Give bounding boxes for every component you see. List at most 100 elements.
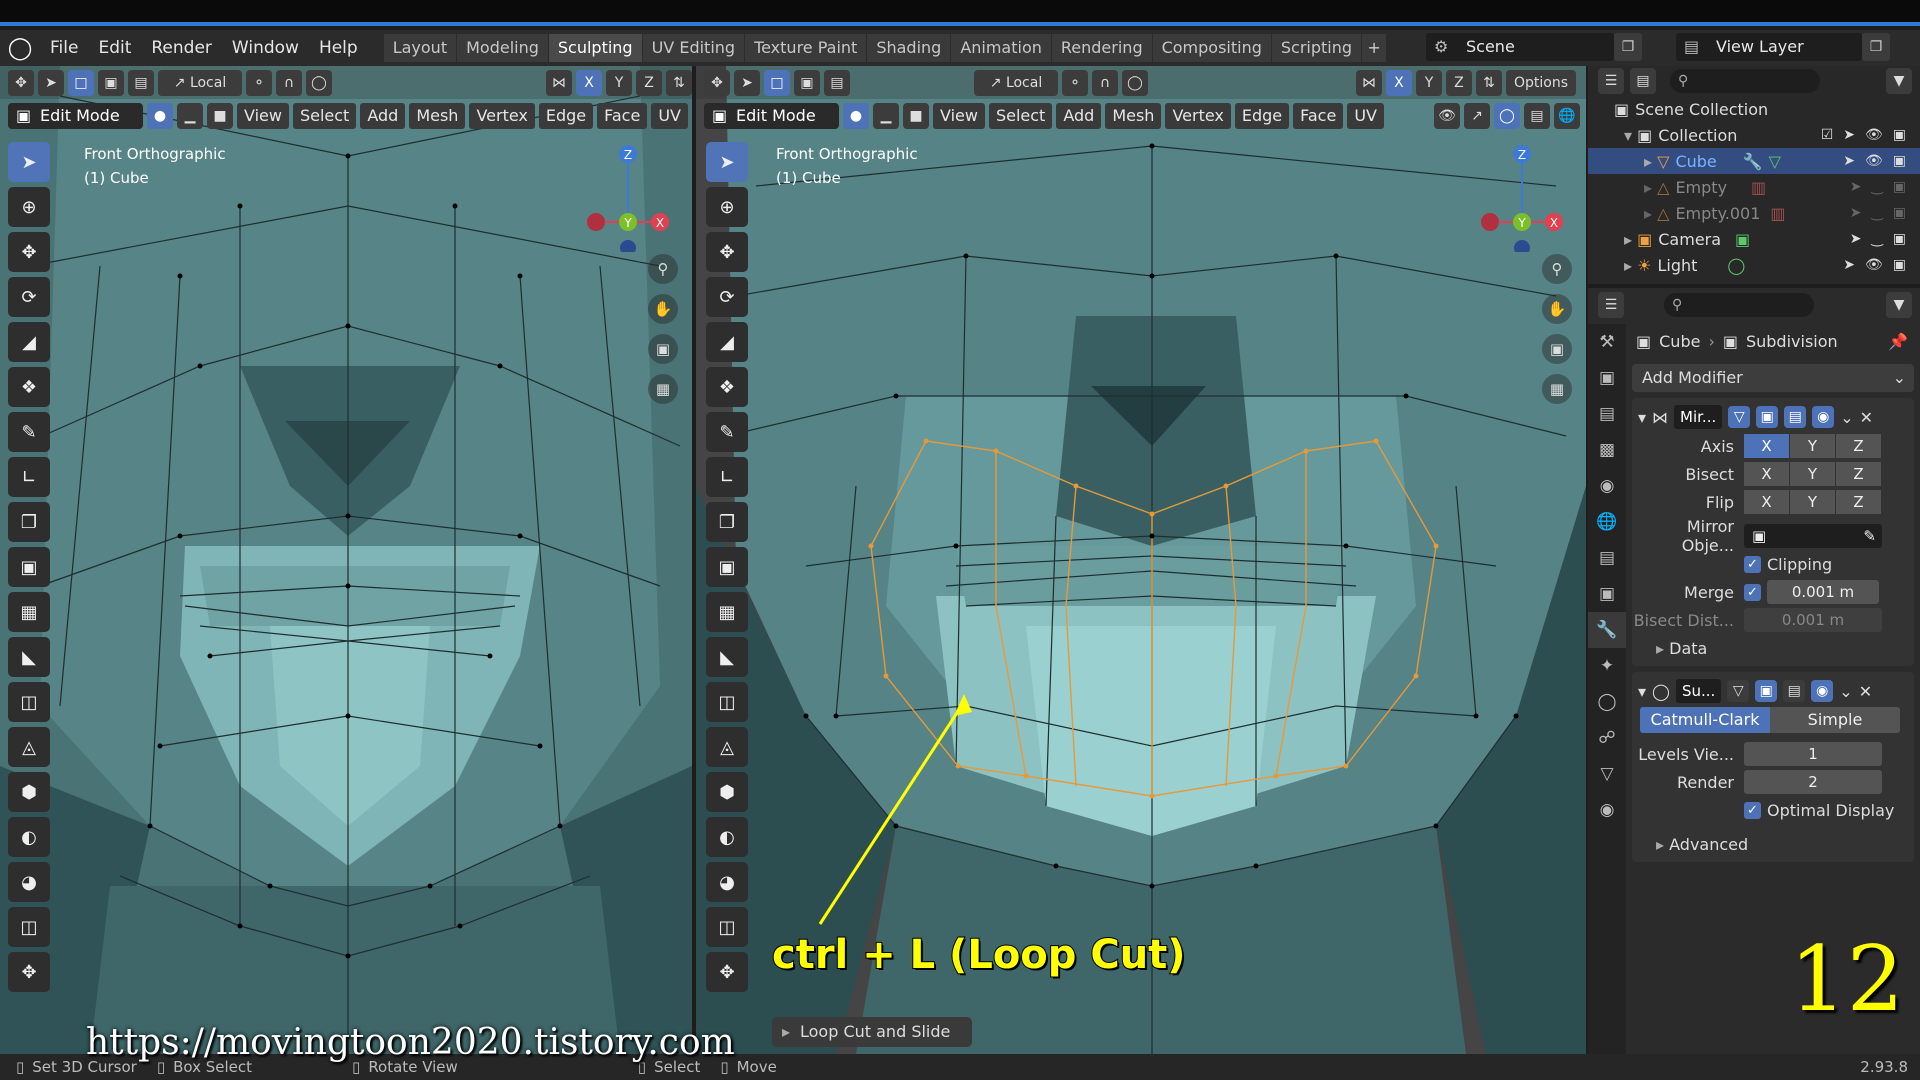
eye-closed-icon[interactable]: ‿	[1872, 179, 1883, 195]
blender-logo-icon[interactable]: ◯	[0, 30, 40, 66]
axis-x-toggle[interactable]: X	[576, 69, 602, 96]
tab-sculpting[interactable]: Sculpting	[548, 34, 643, 62]
loop-cut-tool-icon[interactable]: ◫	[706, 682, 748, 722]
axis-y-toggle[interactable]: Y	[1415, 69, 1442, 96]
snap-button[interactable]: ∩	[1092, 69, 1118, 96]
add-modifier-dropdown[interactable]: Add Modifier ⌄	[1632, 364, 1914, 392]
pin-icon[interactable]: 📌	[1888, 332, 1908, 351]
collapse-icon[interactable]: ▾	[1638, 408, 1646, 427]
navigation-gizmo-right[interactable]: Z X Y	[1472, 142, 1572, 256]
mirror-axis-x[interactable]: X	[1744, 434, 1790, 458]
edge-slide-tool-icon[interactable]: ◫	[706, 907, 748, 947]
output-tab-icon[interactable]: ▤	[1588, 396, 1626, 432]
view-layer-selector[interactable]: ▤ View Layer	[1676, 33, 1862, 61]
render-camera-icon[interactable]: ▣	[1893, 231, 1906, 247]
outliner-item-collection[interactable]: ▾ ▣ Collection ☑ ➤ 👁 ▣	[1588, 122, 1920, 148]
properties-search-input[interactable]: ⚲	[1664, 293, 1814, 317]
scene-selector[interactable]: ⚙ Scene	[1426, 33, 1614, 61]
new-view-layer-button[interactable]: ❐	[1862, 33, 1890, 61]
viewport-toggle-icon[interactable]: ▤	[1783, 680, 1806, 702]
tab-animation[interactable]: Animation	[951, 34, 1052, 62]
render-tab-icon[interactable]: ▣	[1588, 360, 1626, 396]
view-layer-tab-icon[interactable]: ▩	[1588, 432, 1626, 468]
ortho-grid-icon[interactable]: ▦	[1542, 374, 1572, 404]
eye-closed-icon[interactable]: ‿	[1872, 205, 1883, 221]
pan-hand-icon[interactable]: ✋	[1542, 294, 1572, 324]
subdivision-name-field[interactable]: Su...	[1675, 679, 1722, 703]
extrude-tool-icon[interactable]: ▣	[706, 547, 748, 587]
viewport-right[interactable]: ✥ ➤ □ ▣ ▤ ↗ Local ⚬ ∩ ◯ ⋈ X Y Z ⇅ Option…	[696, 66, 1586, 1054]
poly-build-tool-icon[interactable]: ⬢	[706, 772, 748, 812]
catmull-clark-button[interactable]: Catmull-Clark	[1640, 707, 1770, 733]
scene-tab-icon[interactable]: ◉	[1588, 468, 1626, 504]
camera-view-icon[interactable]: ▣	[1542, 334, 1572, 364]
select-arrow-icon[interactable]: ➤	[1843, 257, 1855, 273]
shrink-fatten-tool-icon[interactable]: ✥	[8, 952, 50, 992]
menu-mesh[interactable]: Mesh	[1105, 102, 1162, 129]
menu-add[interactable]: Add	[360, 102, 406, 129]
properties-options-icon[interactable]: ▼	[1886, 292, 1912, 318]
tab-compositing[interactable]: Compositing	[1152, 34, 1272, 62]
edit-mode-toggle-icon[interactable]: ▽	[1727, 680, 1750, 702]
eyedropper-icon[interactable]: ✎	[1863, 524, 1876, 548]
axis-z-toggle[interactable]: Z	[636, 69, 662, 96]
knife-tool-icon[interactable]: ◬	[8, 727, 50, 767]
eye-closed-icon[interactable]: ‿	[1872, 231, 1883, 247]
mirror-toggle-icon[interactable]: ⋈	[546, 69, 572, 96]
menu-select[interactable]: Select	[292, 102, 357, 129]
menu-edge[interactable]: Edge	[538, 102, 594, 129]
optimal-display-checkbox[interactable]: ✓	[1744, 801, 1761, 819]
menu-file[interactable]: File	[40, 38, 88, 58]
cage-toggle-icon[interactable]: ▣	[1756, 406, 1779, 428]
menu-face[interactable]: Face	[1293, 102, 1344, 129]
close-icon[interactable]: ✕	[1859, 682, 1872, 701]
menu-uv[interactable]: UV	[1347, 102, 1384, 129]
select-arrow-icon[interactable]: ➤	[1843, 153, 1855, 169]
menu-help[interactable]: Help	[309, 38, 368, 58]
zoom-icon[interactable]: ⚲	[1542, 254, 1572, 284]
axis-z-toggle[interactable]: Z	[1445, 69, 1472, 96]
levels-viewport-field[interactable]: 1	[1744, 742, 1882, 766]
select-box-tool-icon[interactable]: ➤	[706, 142, 748, 182]
menu-window[interactable]: Window	[222, 38, 309, 58]
axis-x-toggle[interactable]: X	[1385, 69, 1412, 96]
menu-edit[interactable]: Edit	[88, 38, 141, 58]
select-tool-button[interactable]: ➤	[38, 69, 64, 96]
outliner-item-empty-001[interactable]: ▸ △ Empty.001 ▥ ➤ ‿ ▣	[1588, 200, 1920, 226]
scale-tool-icon[interactable]: ◢	[8, 322, 50, 362]
visibility-icon[interactable]: 👁	[1434, 102, 1460, 129]
select-arrow-icon[interactable]: ➤	[1850, 205, 1862, 221]
menu-uv[interactable]: UV	[651, 102, 688, 129]
annotate-tool-icon[interactable]: ✎	[706, 412, 748, 452]
spin-tool-icon[interactable]: ◐	[706, 817, 748, 857]
bisect-y[interactable]: Y	[1790, 462, 1836, 486]
snap-button[interactable]: ∩	[276, 69, 302, 96]
menu-select[interactable]: Select	[988, 102, 1053, 129]
outliner-scene-collection[interactable]: ▣ Scene Collection	[1588, 96, 1920, 122]
render-camera-icon[interactable]: ▣	[1893, 179, 1906, 195]
pivot-button[interactable]: ⚬	[1062, 69, 1088, 96]
select-arrow-icon[interactable]: ➤	[1850, 179, 1862, 195]
render-camera-icon[interactable]: ▣	[1893, 257, 1906, 273]
constraints-tab-icon[interactable]: ☍	[1588, 720, 1626, 756]
move-tool-icon[interactable]: ✥	[706, 232, 748, 272]
bisect-z[interactable]: Z	[1836, 462, 1882, 486]
proportional-edit-button[interactable]: ◯	[1122, 69, 1148, 96]
xray-toggle-icon[interactable]: ▤	[1524, 102, 1550, 129]
mirror-name-field[interactable]: Mir...	[1674, 405, 1723, 429]
rotate-tool-icon[interactable]: ⟳	[8, 277, 50, 317]
select-arrow-icon[interactable]: ➤	[1850, 231, 1862, 247]
collapse-icon[interactable]: ▾	[1638, 682, 1646, 701]
mirror-axis-y[interactable]: Y	[1790, 434, 1836, 458]
editor-type-button[interactable]: ✥	[8, 69, 34, 96]
bevel-tool-icon[interactable]: ◣	[706, 637, 748, 677]
material-tab-icon[interactable]: ◉	[1588, 792, 1626, 828]
knife-tool-icon[interactable]: ◬	[706, 727, 748, 767]
tab-rendering[interactable]: Rendering	[1051, 34, 1153, 62]
measure-tool-icon[interactable]: ∟	[706, 457, 748, 497]
dropdown-chevron-icon[interactable]: ⌄	[1840, 408, 1853, 427]
add-cube-tool-icon[interactable]: ❐	[706, 502, 748, 542]
outliner-item-camera[interactable]: ▸ ▣ Camera ▣ ➤ ‿ ▣	[1588, 226, 1920, 252]
tab-scripting[interactable]: Scripting	[1271, 34, 1363, 62]
menu-view[interactable]: View	[933, 102, 985, 129]
